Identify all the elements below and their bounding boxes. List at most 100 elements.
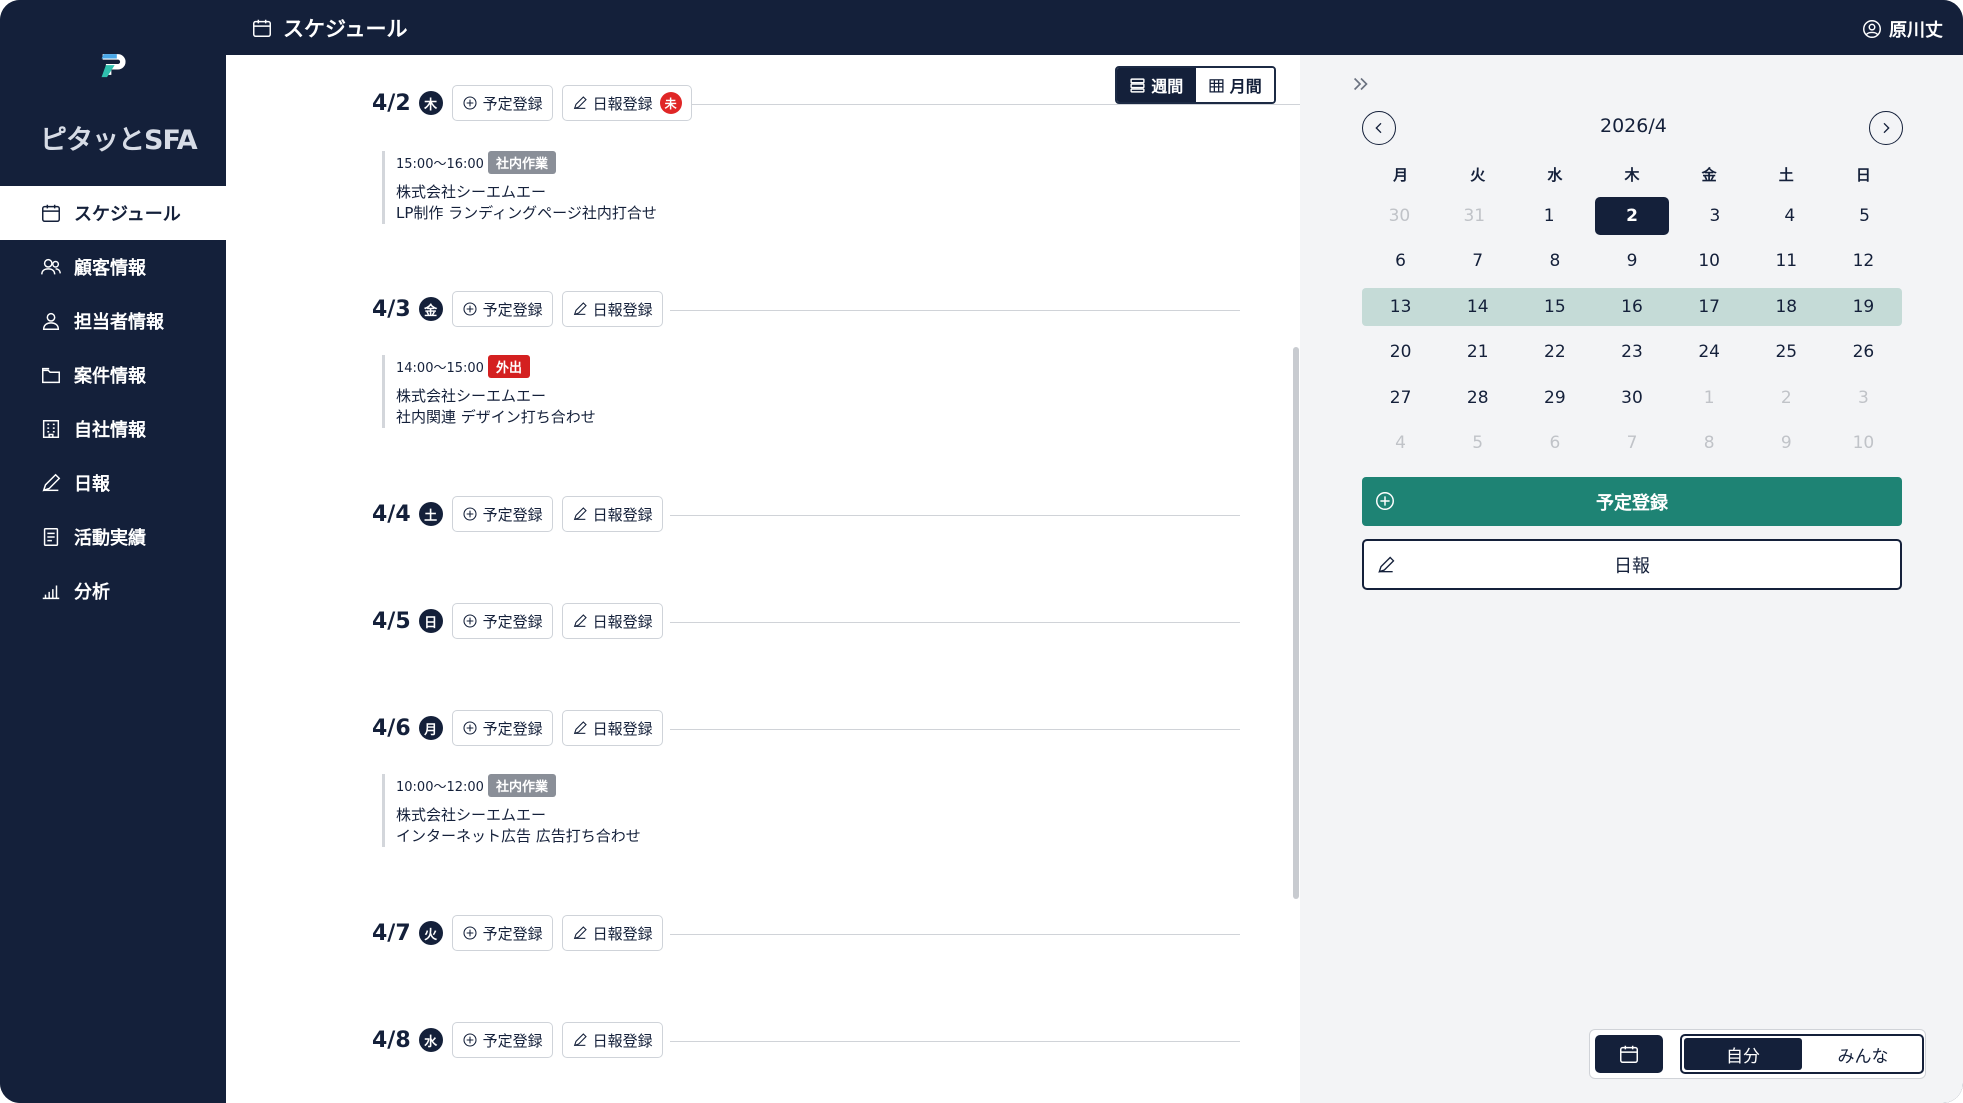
calendar-day[interactable]: 8 bbox=[1671, 424, 1748, 462]
pencil-icon bbox=[573, 302, 587, 316]
calendar-day[interactable]: 3 bbox=[1825, 379, 1902, 417]
week-view-button[interactable]: 週間 bbox=[1117, 68, 1196, 102]
event-company: 株式会社シーエムエー bbox=[396, 387, 547, 405]
scrollbar[interactable] bbox=[1293, 347, 1299, 899]
daily-report-button[interactable]: 日報 bbox=[1362, 539, 1902, 590]
calendar-day[interactable]: 25 bbox=[1748, 333, 1825, 371]
add-schedule-button[interactable]: 予定登録 bbox=[451, 291, 553, 327]
calendar-day[interactable]: 3 bbox=[1677, 197, 1752, 235]
add-schedule-button[interactable]: 予定登録 bbox=[451, 710, 553, 746]
schedule-event[interactable]: 14:00〜15:00 外出 株式会社シーエムエー 社内関連 デザイン打ち合わせ bbox=[382, 355, 596, 428]
add-report-button[interactable]: 日報登録 bbox=[561, 603, 663, 639]
add-report-label: 日報登録 bbox=[592, 924, 653, 943]
schedule-event[interactable]: 10:00〜12:00 社内作業 株式会社シーエムエー インターネット広告 広告打… bbox=[382, 774, 641, 847]
calendar-day[interactable]: 12 bbox=[1825, 242, 1902, 280]
calendar-day[interactable]: 20 bbox=[1362, 333, 1439, 371]
calendar-day[interactable]: 7 bbox=[1439, 242, 1516, 280]
day-date: 4/3 bbox=[372, 296, 411, 322]
add-schedule-button[interactable]: 予定登録 bbox=[451, 1022, 553, 1058]
month-view-button[interactable]: 月間 bbox=[1195, 68, 1274, 102]
calendar-day[interactable]: 6 bbox=[1362, 242, 1439, 280]
add-report-button[interactable]: 日報登録 bbox=[561, 291, 663, 327]
scope-toggle-bar: 自分 みんな bbox=[1589, 1029, 1926, 1079]
calendar-day[interactable]: 5 bbox=[1827, 197, 1902, 235]
sidebar-item-customers[interactable]: 顧客情報 bbox=[0, 240, 226, 294]
calendar-day[interactable]: 14 bbox=[1439, 288, 1516, 326]
calendar-day[interactable]: 27 bbox=[1362, 379, 1439, 417]
calendar-day[interactable]: 8 bbox=[1516, 242, 1593, 280]
weekday-badge: 金 bbox=[418, 297, 443, 321]
calendar-day[interactable]: 30 bbox=[1362, 197, 1437, 235]
schedule-event[interactable]: 15:00〜16:00 社内作業 株式会社シーエムエー LP制作 ランディングペー… bbox=[382, 151, 657, 224]
add-report-button[interactable]: 日報登録 bbox=[561, 710, 663, 746]
sidebar-item-label: 案件情報 bbox=[74, 366, 146, 387]
calendar-day[interactable]: 1 bbox=[1512, 197, 1587, 235]
calendar-day[interactable]: 4 bbox=[1362, 424, 1439, 462]
scope-mine-button[interactable]: 自分 bbox=[1684, 1038, 1802, 1070]
add-report-button[interactable]: 日報登録 未 bbox=[561, 85, 692, 121]
add-report-button[interactable]: 日報登録 bbox=[561, 915, 663, 951]
add-schedule-button[interactable]: 予定登録 bbox=[451, 85, 553, 121]
calendar-day[interactable]: 24 bbox=[1671, 333, 1748, 371]
add-report-label: 日報登録 bbox=[592, 719, 653, 738]
sidebar-item-label: 自社情報 bbox=[74, 420, 146, 441]
sidebar-item-deals[interactable]: 案件情報 bbox=[0, 348, 226, 402]
calendar-day[interactable]: 19 bbox=[1825, 288, 1902, 326]
prev-month-button[interactable] bbox=[1362, 111, 1396, 145]
calendar-day[interactable]: 15 bbox=[1516, 288, 1593, 326]
calendar-day[interactable]: 28 bbox=[1439, 379, 1516, 417]
weekday-badge: 土 bbox=[418, 502, 443, 526]
calendar-day[interactable]: 10 bbox=[1671, 242, 1748, 280]
add-schedule-primary-button[interactable]: 予定登録 bbox=[1362, 477, 1902, 526]
calendar-day[interactable]: 31 bbox=[1437, 197, 1512, 235]
calendar-day[interactable]: 23 bbox=[1593, 333, 1670, 371]
sidebar-item-analytics[interactable]: 分析 bbox=[0, 564, 226, 618]
calendar-day[interactable]: 16 bbox=[1593, 288, 1670, 326]
weekday-header: 月 bbox=[1393, 165, 1409, 184]
calendar-day[interactable]: 11 bbox=[1748, 242, 1825, 280]
sidebar: ピタッとSFA スケジュール 顧客情報 担当者情報 案件情報 自社情報 日報 活… bbox=[0, 0, 226, 1103]
day-header: 4/3 金 予定登録 日報登録 bbox=[372, 291, 663, 327]
add-report-button[interactable]: 日報登録 bbox=[561, 1022, 663, 1058]
calendar-day[interactable]: 26 bbox=[1825, 333, 1902, 371]
sidebar-item-contacts[interactable]: 担当者情報 bbox=[0, 294, 226, 348]
next-month-button[interactable] bbox=[1869, 111, 1903, 145]
event-company: 株式会社シーエムエー bbox=[396, 806, 547, 824]
collapse-panel-icon[interactable] bbox=[1350, 73, 1372, 95]
pencil-icon bbox=[42, 473, 61, 492]
calendar-day[interactable]: 29 bbox=[1516, 379, 1593, 417]
calendar-day[interactable]: 9 bbox=[1593, 242, 1670, 280]
calendar-view-button[interactable] bbox=[1595, 1035, 1663, 1073]
sidebar-item-daily-report[interactable]: 日報 bbox=[0, 456, 226, 510]
calendar-day[interactable]: 7 bbox=[1593, 424, 1670, 462]
calendar-day[interactable]: 1 bbox=[1671, 379, 1748, 417]
calendar-day[interactable]: 9 bbox=[1748, 424, 1825, 462]
calendar-day[interactable]: 4 bbox=[1752, 197, 1827, 235]
event-tag: 外出 bbox=[487, 355, 530, 378]
event-tag: 社内作業 bbox=[487, 151, 556, 174]
scope-everyone-button[interactable]: みんな bbox=[1804, 1036, 1922, 1072]
calendar-day[interactable]: 22 bbox=[1516, 333, 1593, 371]
calendar-day[interactable]: 5 bbox=[1439, 424, 1516, 462]
calendar-week-row: 30 31 1 2 3 4 5 bbox=[1362, 193, 1902, 239]
calendar-day[interactable]: 13 bbox=[1362, 288, 1439, 326]
calendar-day[interactable]: 30 bbox=[1593, 379, 1670, 417]
add-report-button[interactable]: 日報登録 bbox=[561, 496, 663, 532]
add-schedule-button[interactable]: 予定登録 bbox=[451, 496, 553, 532]
add-schedule-button[interactable]: 予定登録 bbox=[451, 603, 553, 639]
calendar-day[interactable]: 17 bbox=[1671, 288, 1748, 326]
calendar-day[interactable]: 6 bbox=[1516, 424, 1593, 462]
document-icon bbox=[43, 528, 59, 546]
calendar-day[interactable]: 18 bbox=[1748, 288, 1825, 326]
day-divider bbox=[670, 515, 1240, 516]
calendar-day[interactable]: 2 bbox=[1594, 196, 1670, 235]
user-menu[interactable]: 原川丈 bbox=[1861, 16, 1943, 42]
calendar-day[interactable]: 21 bbox=[1439, 333, 1516, 371]
event-detail: 社内関連 デザイン打ち合わせ bbox=[396, 408, 596, 426]
calendar-day[interactable]: 2 bbox=[1748, 379, 1825, 417]
sidebar-item-company[interactable]: 自社情報 bbox=[0, 402, 226, 456]
add-schedule-button[interactable]: 予定登録 bbox=[451, 915, 553, 951]
calendar-day[interactable]: 10 bbox=[1825, 424, 1902, 462]
sidebar-item-schedule[interactable]: スケジュール bbox=[0, 186, 226, 240]
sidebar-item-activity[interactable]: 活動実績 bbox=[0, 510, 226, 564]
